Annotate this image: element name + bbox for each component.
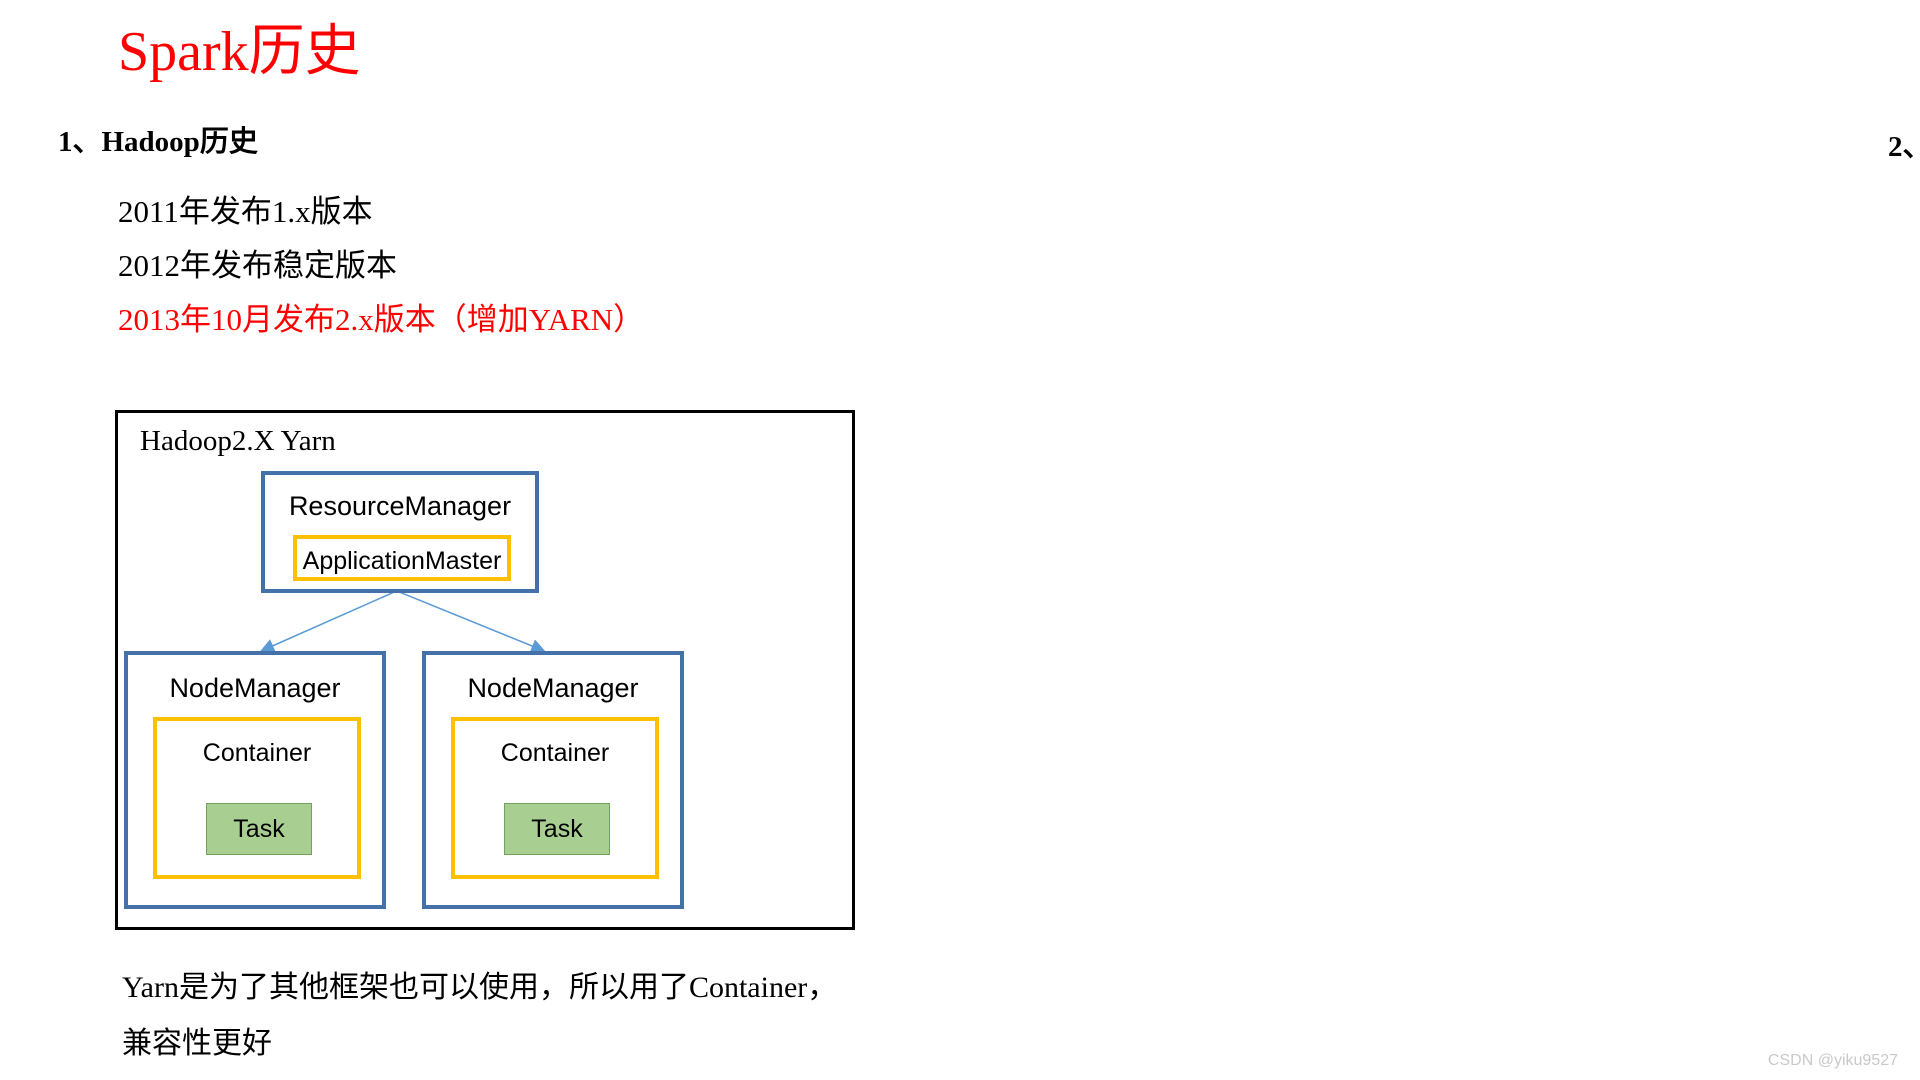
applicationmaster-label: ApplicationMaster [302,547,502,575]
applicationmaster-box[interactable]: ApplicationMaster [293,535,511,581]
nodemanager-label-2: NodeManager [467,673,639,703]
nodemanager-box-1[interactable]: NodeManager Container Task [124,651,386,909]
csdn-watermark: CSDN @yiku9527 [1767,1052,1898,1069]
yarn-architecture-diagram: Hadoop2.X Yarn ResourceManager Applicati… [115,410,855,930]
yarn-diagram-label: Hadoop2.X Yarn [140,425,336,457]
hadoop-bullet-2: 2012年发布稳定版本 [118,248,397,283]
hadoop-bullet-list: 2011年发布1.x版本 2012年发布稳定版本 2013年10月发布2.x版本… [118,185,858,347]
list-item: 2011年发布1.x版本 [118,185,858,239]
yarn-caption-line-1: Yarn是为了其他框架也可以使用，所以用了Container， [122,971,838,1004]
container-label-1: Container [202,739,312,767]
list-item: 2012年发布稳定版本 [118,239,858,293]
yarn-caption: Yarn是为了其他框架也可以使用，所以用了Container， 兼容性更好 [122,960,882,1072]
spark-section-heading: 2、Spark历史 [1888,131,1920,163]
container-box-1[interactable]: Container Task [153,717,361,879]
hadoop-bullet-1: 2011年发布1.x版本 [118,194,373,229]
container-box-2[interactable]: Container Task [451,717,659,879]
list-item: 2013年10月发布2.x版本（增加YARN） [118,293,858,347]
task-label-1: Task [233,814,285,843]
nodemanager-box-2[interactable]: NodeManager Container Task [422,651,684,909]
container-label-2: Container [500,739,610,767]
resourcemanager-box[interactable]: ResourceManager ApplicationMaster [261,471,539,593]
yarn-caption-line-2: 兼容性更好 [122,1027,272,1060]
hadoop-bullet-3: 2013年10月发布2.x版本（增加YARN） [118,302,645,337]
task-box-2[interactable]: Task [504,803,610,855]
nodemanager-label-1: NodeManager [169,673,341,703]
task-label-2: Task [531,814,583,843]
hadoop-section-heading: 1、Hadoop历史 [58,126,258,158]
task-box-1[interactable]: Task [206,803,312,855]
page-title: Spark历史 [118,21,361,83]
resourcemanager-label: ResourceManager [288,491,512,521]
